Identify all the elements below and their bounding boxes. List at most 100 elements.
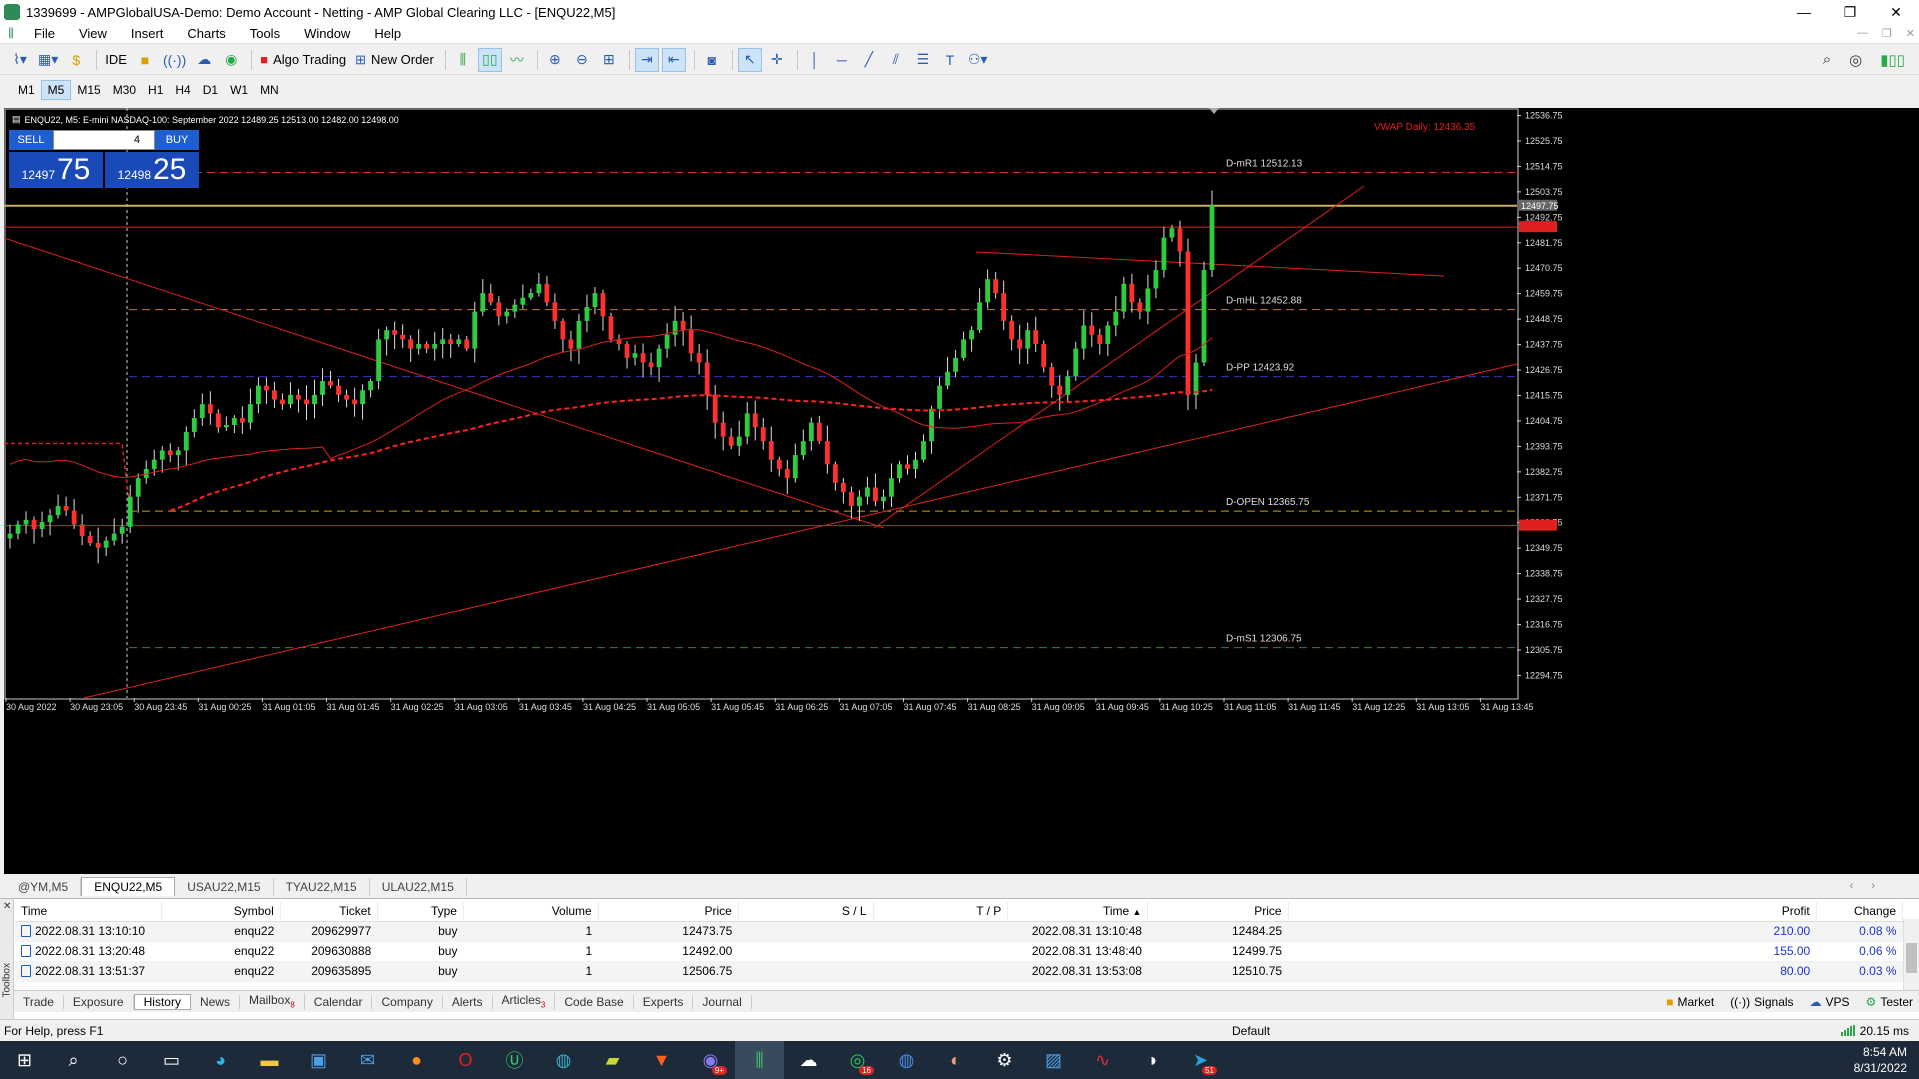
tab-journal[interactable]: Journal	[693, 994, 752, 1009]
timeframe-m1[interactable]: M1	[12, 80, 41, 100]
tester-button[interactable]: ⚙ Tester	[1866, 995, 1913, 1009]
col-ticket[interactable]: Ticket	[280, 901, 378, 922]
price-chart[interactable]: 12536.75 12525.75 12514.75 12503.75 12492.75…	[4, 108, 1919, 874]
table-row[interactable]: 2022.08.31 13:20:48 enqu22 209630888 buy…	[15, 941, 1903, 962]
search-icon[interactable]: ⌕	[1823, 51, 1831, 69]
app-face-icon[interactable]: ◐	[931, 1041, 980, 1079]
store-icon[interactable]: ▣	[294, 1041, 343, 1079]
timeframe-m5[interactable]: M5	[40, 80, 72, 100]
telegram-icon[interactable]: ➤ 51	[1176, 1041, 1225, 1079]
task-view-icon[interactable]: ▭	[147, 1041, 196, 1079]
menu-file[interactable]: File	[22, 26, 67, 41]
firefox-icon[interactable]: ●	[392, 1041, 441, 1079]
horizontal-line-icon[interactable]: ─	[830, 48, 854, 72]
tab-trade[interactable]: Trade	[14, 994, 64, 1009]
menu-tools[interactable]: Tools	[238, 26, 292, 41]
tab-mailbox[interactable]: Mailbox8	[240, 993, 305, 1010]
menu-charts[interactable]: Charts	[175, 26, 237, 41]
system-clock[interactable]: 8:54 AM 8/31/2022	[1854, 1044, 1907, 1076]
shapes-icon[interactable]: ⚇▾	[965, 48, 991, 72]
tab-experts[interactable]: Experts	[634, 994, 694, 1009]
chart-tab-ym[interactable]: @YM,M5	[6, 878, 82, 896]
screenshot-icon[interactable]: ◙	[700, 48, 724, 72]
search-icon[interactable]: ⌕	[49, 1041, 98, 1079]
app-bell-icon[interactable]: ◍	[539, 1041, 588, 1079]
timeframe-m30[interactable]: M30	[107, 80, 142, 100]
app-wave-icon[interactable]: ∿	[1078, 1041, 1127, 1079]
col-symbol[interactable]: Symbol	[161, 901, 281, 922]
cloud-icon[interactable]: ☁	[192, 48, 216, 72]
col-sl[interactable]: S / L	[738, 901, 874, 922]
app-cloud-icon[interactable]: ☁	[784, 1041, 833, 1079]
line-chart-icon[interactable]: 〰	[505, 48, 529, 72]
discord-icon[interactable]: ◉ 9+	[686, 1041, 735, 1079]
col-profit[interactable]: Profit	[1288, 901, 1817, 922]
connection-icon[interactable]: ▮▯▯	[1880, 51, 1905, 69]
app-chart-icon[interactable]: ▰	[588, 1041, 637, 1079]
timeframe-w1[interactable]: W1	[224, 80, 254, 100]
metatrader-taskbar-icon[interactable]: ⫼	[735, 1041, 784, 1079]
zoom-out-icon[interactable]: ⊖	[570, 48, 594, 72]
qbittorrent-icon[interactable]: ◍	[882, 1041, 931, 1079]
tab-history[interactable]: History	[133, 993, 191, 1010]
col-time[interactable]: Time	[15, 901, 163, 922]
cursor-icon[interactable]: ↖	[737, 47, 762, 72]
whatsapp-icon[interactable]: ◎ 16	[833, 1041, 882, 1079]
scrollbar-thumb[interactable]	[1906, 943, 1917, 973]
col-change[interactable]: Change	[1816, 901, 1904, 922]
vps-button[interactable]: ☁ VPS	[1810, 995, 1850, 1009]
market-icon[interactable]: $	[64, 48, 88, 72]
lot-size-input[interactable]: 4	[53, 130, 155, 150]
trendline-icon[interactable]: ╱	[857, 48, 881, 72]
tab-company[interactable]: Company	[372, 994, 443, 1009]
tab-scroll-arrows-icon[interactable]: ‹›	[1838, 878, 1905, 894]
chart-type-icon[interactable]: ⌇▾	[8, 48, 32, 72]
market-button[interactable]: ■ Market	[1666, 995, 1714, 1009]
photos-icon[interactable]: ▨	[1029, 1041, 1078, 1079]
minimize-button[interactable]: —	[1781, 0, 1827, 24]
signal-icon[interactable]: ((·))	[160, 48, 189, 72]
close-button[interactable]: ✕	[1873, 0, 1919, 24]
buy-price[interactable]: 12498 25	[105, 152, 199, 188]
windows-start-icon[interactable]: ⊞	[0, 1041, 49, 1079]
zoom-in-icon[interactable]: ⊕	[543, 48, 567, 72]
menu-view[interactable]: View	[67, 26, 119, 41]
timeframe-h1[interactable]: H1	[142, 80, 169, 100]
globe-icon[interactable]: ◉	[219, 48, 243, 72]
chart-tab-enqu22[interactable]: ENQU22,M5	[81, 877, 176, 896]
toolbox-close-icon[interactable]: ✕	[3, 901, 11, 912]
menu-help[interactable]: Help	[362, 26, 413, 41]
chart-tab-ulau22[interactable]: ULAU22,M15	[370, 878, 467, 896]
timeframe-d1[interactable]: D1	[197, 80, 224, 100]
account-icon[interactable]: ◎	[1849, 51, 1862, 69]
edge-icon[interactable]: ◕	[196, 1041, 245, 1079]
fibonacci-icon[interactable]: ☰	[911, 48, 935, 72]
col-close-price[interactable]: Price	[1147, 901, 1289, 922]
tab-alerts[interactable]: Alerts	[443, 994, 493, 1009]
mdi-close-icon[interactable]: ✕	[1906, 27, 1915, 40]
mdi-restore-icon[interactable]: ❐	[1882, 27, 1892, 40]
sell-price[interactable]: 12497 75	[9, 152, 103, 188]
app-u-icon[interactable]: Ⓤ	[490, 1041, 539, 1079]
tile-windows-icon[interactable]: ⊞	[597, 48, 621, 72]
new-chart-icon[interactable]: ▦▾	[35, 48, 61, 72]
new-order-button[interactable]: ⊞ New Order	[352, 48, 437, 72]
table-row[interactable]: 2022.08.31 13:10:10 enqu22 209629977 buy…	[15, 921, 1903, 942]
sell-button[interactable]: SELL	[9, 130, 53, 150]
timeframe-mn[interactable]: MN	[254, 80, 285, 100]
buy-button[interactable]: BUY	[155, 130, 199, 150]
mail-icon[interactable]: ✉	[343, 1041, 392, 1079]
chart-canvas[interactable]: 12536.75 12525.75 12514.75 12503.75 12492.75…	[4, 108, 1919, 874]
tab-code-base[interactable]: Code Base	[555, 994, 634, 1009]
cortana-icon[interactable]: ○	[98, 1041, 147, 1079]
vertical-line-icon[interactable]: │	[803, 48, 827, 72]
chart-window-icon[interactable]: ⫼	[0, 26, 22, 42]
text-icon[interactable]: T	[938, 48, 962, 72]
signals-button[interactable]: ((·)) Signals	[1730, 995, 1793, 1009]
col-volume[interactable]: Volume	[463, 901, 599, 922]
ide-button[interactable]: IDE	[102, 48, 130, 72]
maximize-button[interactable]: ❐	[1827, 0, 1873, 24]
chart-tab-usau22[interactable]: USAU22,M15	[175, 878, 274, 896]
briefcase-icon[interactable]: ■	[133, 48, 157, 72]
candlestick-icon[interactable]: ▯▯	[477, 47, 502, 72]
